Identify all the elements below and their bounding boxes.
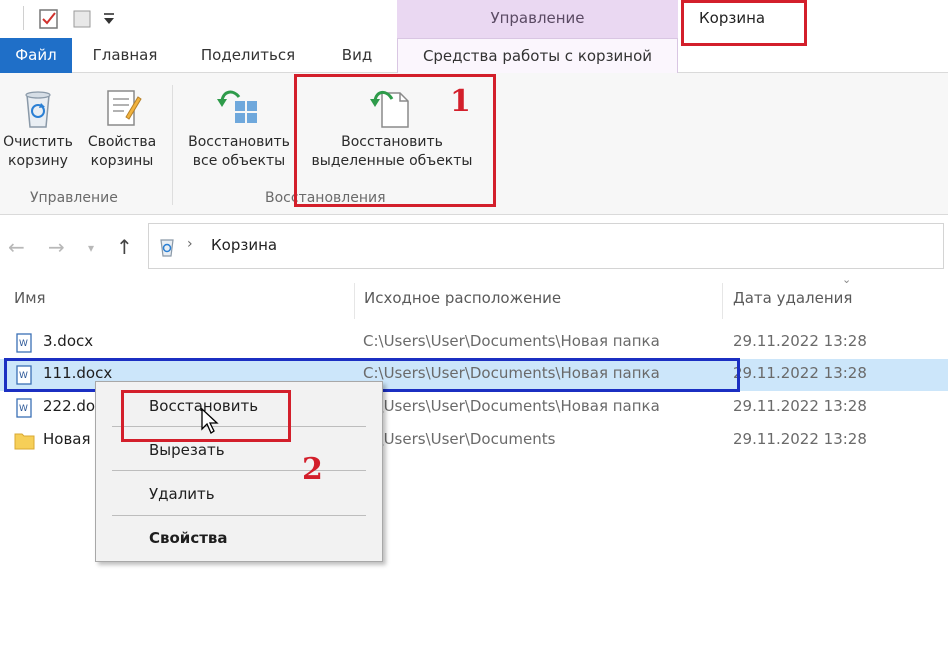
bin-properties-label-line2: корзины xyxy=(90,153,154,169)
annotation-box-recycle-bin-title xyxy=(681,0,807,46)
file-location: C:\Users\User\Documents xyxy=(363,430,556,448)
recycle-bin-properties-button[interactable]: Свойства корзины xyxy=(82,87,162,171)
svg-text:W: W xyxy=(19,339,28,349)
new-folder-quick-icon[interactable] xyxy=(72,8,92,30)
tab-view[interactable]: Вид xyxy=(318,38,396,73)
folder-icon xyxy=(14,433,35,450)
up-arrow-icon[interactable]: ↑ xyxy=(116,235,133,259)
recent-locations-chevron-icon[interactable]: ▾ xyxy=(88,241,94,255)
tab-file[interactable]: Файл xyxy=(0,38,72,73)
annotation-step-1: 1 xyxy=(450,84,471,119)
file-date: 29.11.2022 13:28 xyxy=(733,430,867,448)
column-header-name[interactable]: Имя xyxy=(14,289,46,307)
annotation-step-2: 2 xyxy=(302,452,323,487)
file-date: 29.11.2022 13:28 xyxy=(733,397,867,415)
column-divider[interactable] xyxy=(354,283,355,319)
word-doc-icon: W xyxy=(16,398,32,418)
empty-recycle-bin-button[interactable]: Очистить корзину xyxy=(0,87,76,171)
restore-all-button[interactable]: Восстановить все объекты xyxy=(180,87,298,171)
annotation-box-restore-menu-item xyxy=(121,390,291,442)
file-location: C:\Users\User\Documents\Новая папка xyxy=(363,397,660,415)
restore-all-icon xyxy=(217,90,257,123)
file-name: 3.docx xyxy=(43,332,94,350)
address-bar[interactable]: › Корзина xyxy=(148,223,944,269)
bin-properties-label-line1: Свойства xyxy=(87,134,157,150)
back-arrow-icon[interactable]: ← xyxy=(8,235,25,259)
properties-check-icon[interactable] xyxy=(38,8,60,30)
sort-chevron-icon: ⌄ xyxy=(842,273,852,286)
file-name: Новая xyxy=(43,430,91,448)
word-doc-icon: W xyxy=(16,333,32,353)
menu-item-properties[interactable]: Свойства xyxy=(149,529,228,547)
restore-all-label-line2: все объекты xyxy=(192,153,286,169)
empty-bin-label-line1: Очистить xyxy=(3,134,73,150)
column-divider[interactable] xyxy=(722,283,723,319)
restore-all-label-line1: Восстановить xyxy=(188,134,290,150)
empty-bin-label-line2: корзину xyxy=(8,153,68,169)
customize-quick-access-icon[interactable] xyxy=(102,12,116,26)
file-date: 29.11.2022 13:28 xyxy=(733,364,867,382)
manage-group-label: Управление xyxy=(30,190,118,206)
forward-arrow-icon[interactable]: → xyxy=(48,235,65,259)
breadcrumb[interactable]: Корзина xyxy=(211,236,277,254)
tab-share[interactable]: Поделиться xyxy=(178,38,318,73)
breadcrumb-chevron-icon[interactable]: › xyxy=(187,236,193,252)
file-list-header: Имя Исходное расположение Дата удаления … xyxy=(0,273,948,319)
menu-item-delete[interactable]: Удалить xyxy=(149,485,215,503)
recycle-bin-small-icon xyxy=(160,239,174,257)
column-header-date-deleted[interactable]: Дата удаления xyxy=(733,289,852,307)
quick-access-separator xyxy=(23,6,24,30)
ribbon-group-separator xyxy=(172,85,173,205)
table-row[interactable]: W 3.docx C:\Users\User\Documents\Новая п… xyxy=(0,327,948,359)
navigation-bar: ← → ▾ ↑ › Корзина xyxy=(0,215,948,277)
tab-recycle-bin-tools[interactable]: Средства работы с корзиной xyxy=(397,38,678,74)
file-date: 29.11.2022 13:28 xyxy=(733,332,867,350)
column-header-original-location[interactable]: Исходное расположение xyxy=(364,289,561,307)
file-location: C:\Users\User\Documents\Новая папка xyxy=(363,332,660,350)
menu-separator xyxy=(112,470,366,471)
menu-item-cut[interactable]: Вырезать xyxy=(149,441,225,459)
recycle-bin-icon xyxy=(25,91,51,128)
tab-home[interactable]: Главная xyxy=(72,38,178,73)
context-group-label: Управление xyxy=(490,9,585,27)
svg-text:W: W xyxy=(19,404,28,414)
properties-sheet-icon xyxy=(107,90,142,126)
context-tab-group-header: Управление xyxy=(397,0,678,38)
menu-separator xyxy=(112,515,366,516)
